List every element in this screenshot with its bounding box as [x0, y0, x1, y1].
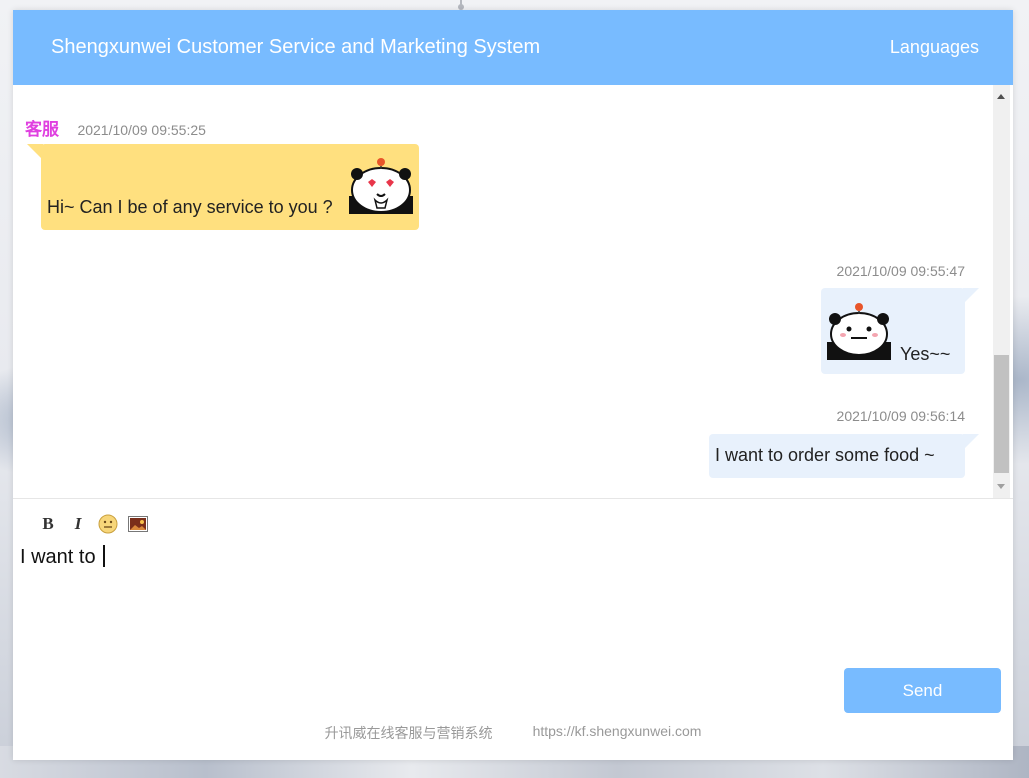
message-text: Hi~ Can I be of any service to you ?	[47, 197, 333, 217]
picture-icon	[128, 516, 148, 532]
smiley-face-icon	[98, 514, 118, 534]
footer-url-link[interactable]: https://kf.shengxunwei.com	[533, 723, 702, 743]
send-button[interactable]: Send	[844, 668, 1001, 713]
footer: 升讯威在线客服与营销系统 https://kf.shengxunwei.com	[13, 723, 1013, 743]
user-message-bubble: Yes~~	[821, 288, 979, 374]
divider	[13, 498, 1013, 499]
sender-name: 客服	[25, 120, 59, 139]
message-list: 客服 2021/10/09 09:55:25 Hi~ Can I be of a…	[13, 85, 993, 498]
insert-image-button[interactable]	[123, 513, 153, 535]
message-time: 2021/10/09 09:56:14	[836, 408, 965, 424]
message-input[interactable]: I want to	[20, 545, 1000, 665]
message-input-text: I want to	[20, 546, 102, 568]
message-text: Yes~~	[900, 344, 951, 364]
panda-heart-eyes-sticker	[349, 158, 413, 214]
message-meta: 客服 2021/10/09 09:55:25	[25, 115, 206, 140]
window-pin-icon	[456, 0, 466, 10]
message-time: 2021/10/09 09:55:25	[77, 122, 206, 138]
app-title: Shengxunwei Customer Service and Marketi…	[51, 36, 541, 58]
emoji-button[interactable]	[93, 513, 123, 535]
footer-company: 升讯威在线客服与营销系统	[324, 725, 493, 741]
message-area[interactable]: 客服 2021/10/09 09:55:25 Hi~ Can I be of a…	[13, 85, 1013, 498]
message-time: 2021/10/09 09:55:47	[836, 263, 965, 279]
scroll-down-arrow-icon[interactable]	[997, 484, 1005, 489]
chat-scrollbar[interactable]	[993, 85, 1010, 498]
editor-toolbar: B I	[33, 513, 153, 535]
scroll-up-arrow-icon[interactable]	[997, 94, 1005, 99]
bold-button[interactable]: B	[33, 513, 63, 535]
message-meta: 2021/10/09 09:55:47	[837, 263, 965, 281]
chat-window: Shengxunwei Customer Service and Marketi…	[13, 10, 1013, 760]
languages-menu[interactable]: Languages	[890, 37, 979, 58]
scrollbar-thumb[interactable]	[994, 355, 1009, 473]
panda-smile-sticker	[827, 303, 891, 360]
text-cursor	[103, 545, 106, 567]
message-text: I want to order some food ~	[715, 445, 935, 465]
message-meta: 2021/10/09 09:56:14	[837, 408, 965, 426]
header-bar: Shengxunwei Customer Service and Marketi…	[13, 10, 1013, 85]
agent-message-bubble: Hi~ Can I be of any service to you ?	[27, 144, 419, 230]
italic-button[interactable]: I	[63, 513, 93, 535]
user-message-bubble: I want to order some food ~	[709, 434, 979, 478]
